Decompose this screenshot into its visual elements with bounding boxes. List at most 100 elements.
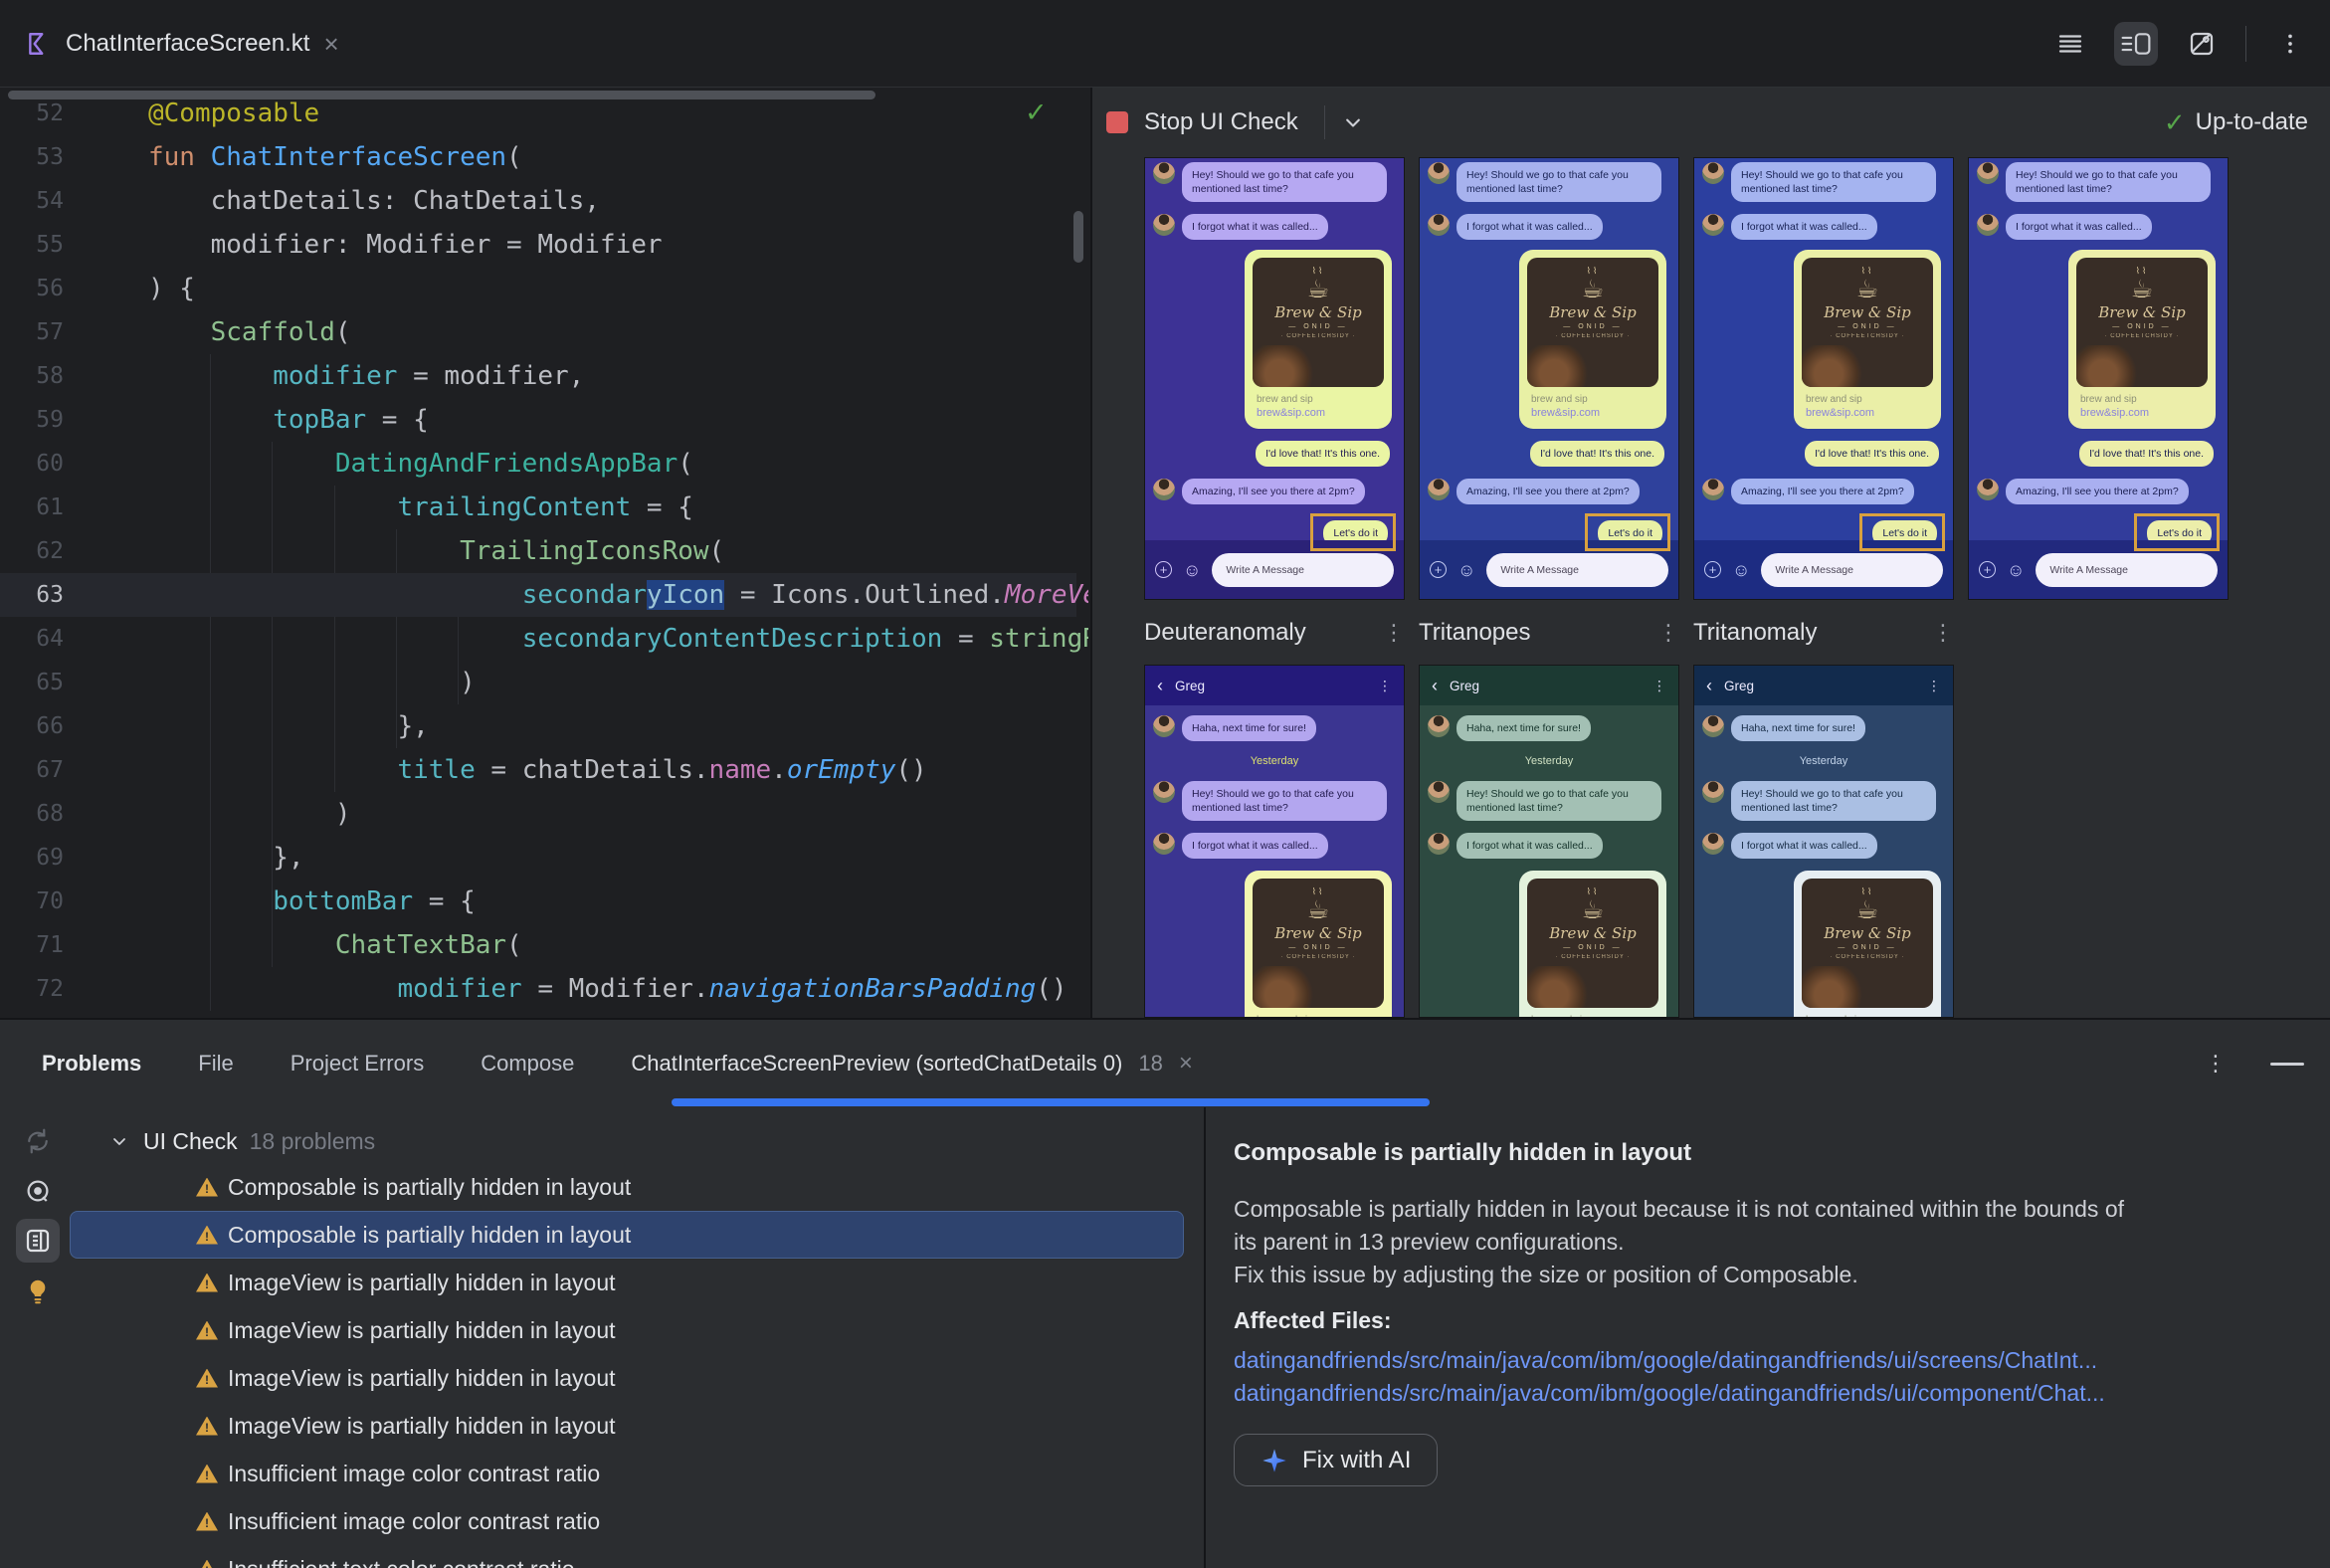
- more-options-icon[interactable]: ⋮: [1652, 678, 1666, 694]
- chevron-down-icon[interactable]: [107, 1129, 131, 1153]
- editor-tab[interactable]: ChatInterfaceScreen.kt ×: [0, 0, 365, 87]
- back-icon[interactable]: ‹: [1706, 677, 1712, 694]
- preview-card[interactable]: Hey! Should we go to that cafe you menti…: [1968, 157, 2229, 600]
- ui-check-tree-header[interactable]: UI Check 18 problems: [107, 1119, 375, 1163]
- split-view-icon[interactable]: [2114, 22, 2158, 66]
- code-line[interactable]: 72 modifier = Modifier.navigationBarsPad…: [0, 967, 1076, 1011]
- warning-icon: [196, 1560, 218, 1568]
- code-line[interactable]: 56) {: [0, 267, 1076, 310]
- brand-subtitle: — ONID —: [1563, 944, 1623, 951]
- more-options-icon[interactable]: ⋮: [2205, 1051, 2227, 1077]
- message-input[interactable]: Write A Message: [1212, 552, 1394, 587]
- code-line[interactable]: 54 chatDetails: ChatDetails,: [0, 179, 1076, 223]
- code-line[interactable]: 69 },: [0, 836, 1076, 880]
- lightbulb-icon[interactable]: [16, 1270, 60, 1313]
- code-line[interactable]: 66 },: [0, 704, 1076, 748]
- message-input[interactable]: Write A Message: [2036, 552, 2218, 587]
- chat-message: Amazing, I'll see you there at 2pm?: [1977, 479, 2189, 504]
- tab-compose[interactable]: Compose: [481, 1051, 574, 1077]
- code-text: TrailingIconsRow(: [460, 536, 725, 566]
- design-view-icon[interactable]: [2180, 22, 2224, 66]
- affected-file-link[interactable]: datingandfriends/src/main/java/com/ibm/g…: [1234, 1344, 2314, 1377]
- more-options-icon[interactable]: ⋮: [1378, 678, 1392, 694]
- tab-close-icon[interactable]: ×: [1179, 1050, 1193, 1078]
- more-options-icon[interactable]: ⋮: [1657, 620, 1679, 646]
- preview-card[interactable]: Hey! Should we go to that cafe you menti…: [1419, 157, 1679, 600]
- add-icon[interactable]: +: [1155, 561, 1172, 578]
- problem-row[interactable]: Insufficient text color contrast ratio: [70, 1545, 1184, 1568]
- message-input[interactable]: Write A Message: [1761, 552, 1943, 587]
- add-icon[interactable]: +: [1430, 561, 1447, 578]
- affected-file-link[interactable]: datingandfriends/src/main/java/com/ibm/g…: [1234, 1377, 2314, 1410]
- problem-row[interactable]: Insufficient image color contrast ratio: [70, 1497, 1184, 1545]
- tab-project-errors[interactable]: Project Errors: [291, 1051, 424, 1077]
- tab-close-icon[interactable]: ×: [323, 31, 338, 57]
- link-url[interactable]: brew&sip.com: [2080, 407, 2208, 419]
- add-icon[interactable]: +: [1979, 561, 1996, 578]
- problem-row[interactable]: Composable is partially hidden in layout: [70, 1211, 1184, 1259]
- preview-card[interactable]: ‹ Greg ⋮ Haha, next time for sure! Yesterday…: [1419, 665, 1679, 1018]
- code-line[interactable]: 62 TrailingIconsRow(: [0, 529, 1076, 573]
- more-options-icon[interactable]: [2268, 22, 2312, 66]
- inspections-ok-icon[interactable]: ✓: [1025, 98, 1048, 128]
- tab-preview[interactable]: ChatInterfaceScreenPreview (sortedChatDe…: [631, 1050, 1193, 1078]
- code-view-icon[interactable]: [2048, 22, 2092, 66]
- stop-icon[interactable]: [1106, 111, 1128, 133]
- problem-row[interactable]: ImageView is partially hidden in layout: [70, 1402, 1184, 1450]
- preview-card[interactable]: Hey! Should we go to that cafe you menti…: [1693, 157, 1954, 600]
- emoji-icon[interactable]: ☺: [1732, 561, 1750, 579]
- code-line[interactable]: 63 secondaryIcon = Icons.Outlined.MoreVe…: [0, 573, 1088, 617]
- code-editor[interactable]: 52 @Composable 53 fun ChatInterfaceScreen(5…: [0, 88, 1088, 1018]
- problem-row[interactable]: Insufficient image color contrast ratio: [70, 1450, 1184, 1497]
- more-options-icon[interactable]: ⋮: [1383, 620, 1405, 646]
- details-layout-icon[interactable]: [16, 1219, 60, 1263]
- refresh-icon[interactable]: [16, 1119, 60, 1163]
- ui-check-toolbar: Stop UI Check ✓ Up-to-date: [1090, 88, 2330, 157]
- code-line[interactable]: 67 title = chatDetails.name.orEmpty(): [0, 748, 1076, 792]
- code-line[interactable]: 59 topBar = {: [0, 398, 1076, 442]
- link-url[interactable]: brew&sip.com: [1531, 407, 1658, 419]
- emoji-icon[interactable]: ☺: [2007, 561, 2025, 579]
- tab-file[interactable]: File: [198, 1051, 233, 1077]
- code-line[interactable]: 52 @Composable: [0, 92, 1076, 135]
- back-icon[interactable]: ‹: [1432, 677, 1438, 694]
- problem-row[interactable]: ImageView is partially hidden in layout: [70, 1259, 1184, 1306]
- emoji-icon[interactable]: ☺: [1457, 561, 1475, 579]
- link-url[interactable]: brew&sip.com: [1257, 407, 1384, 419]
- preview-problems-icon[interactable]: [16, 1169, 60, 1213]
- message-input[interactable]: Write A Message: [1486, 552, 1668, 587]
- back-icon[interactable]: ‹: [1157, 677, 1163, 694]
- code-line[interactable]: 57 Scaffold(: [0, 310, 1076, 354]
- more-options-icon[interactable]: ⋮: [1927, 678, 1941, 694]
- preview-card[interactable]: Hey! Should we go to that cafe you menti…: [1144, 157, 1405, 600]
- code-line[interactable]: 65 ): [0, 661, 1076, 704]
- more-options-icon[interactable]: ⋮: [1932, 620, 1954, 646]
- code-line[interactable]: 68 ): [0, 792, 1076, 836]
- chevron-down-icon[interactable]: [1339, 108, 1367, 136]
- code-line[interactable]: 61 trailingContent = {: [0, 486, 1076, 529]
- code-line[interactable]: 58 modifier = modifier,: [0, 354, 1076, 398]
- code-line[interactable]: 70 bottomBar = {: [0, 880, 1076, 923]
- minimize-icon[interactable]: [2270, 1062, 2304, 1066]
- link-url[interactable]: brew&sip.com: [1806, 407, 1933, 419]
- layout-warning-highlight: [1859, 513, 1945, 551]
- problem-row[interactable]: Composable is partially hidden in layout: [70, 1163, 1184, 1211]
- panel-divider[interactable]: [1204, 1107, 1206, 1568]
- emoji-icon[interactable]: ☺: [1183, 561, 1201, 579]
- code-line[interactable]: 64 secondaryContentDescription = stringR…: [0, 617, 1088, 661]
- code-line[interactable]: 53 fun ChatInterfaceScreen(: [0, 135, 1076, 179]
- problem-row[interactable]: ImageView is partially hidden in layout: [70, 1306, 1184, 1354]
- code-line[interactable]: 60 DatingAndFriendsAppBar(: [0, 442, 1076, 486]
- stop-ui-check-button[interactable]: Stop UI Check: [1144, 108, 1298, 136]
- preview-card[interactable]: ‹ Greg ⋮ Haha, next time for sure! Yesterday…: [1693, 665, 1954, 1018]
- vertical-scrollbar[interactable]: [1073, 211, 1083, 263]
- problem-row[interactable]: ImageView is partially hidden in layout: [70, 1354, 1184, 1402]
- preview-card[interactable]: ‹ Greg ⋮ Haha, next time for sure! Yesterday…: [1144, 665, 1405, 1018]
- fix-with-ai-button[interactable]: Fix with AI: [1234, 1434, 1439, 1486]
- code-line[interactable]: 55 modifier: Modifier = Modifier: [0, 223, 1076, 267]
- add-icon[interactable]: +: [1704, 561, 1721, 578]
- code-line[interactable]: 73 onAddClick = {}: [0, 1011, 1076, 1018]
- code-line[interactable]: 71 ChatTextBar(: [0, 923, 1076, 967]
- tab-problems[interactable]: Problems: [42, 1051, 141, 1077]
- line-number: 61: [36, 494, 64, 520]
